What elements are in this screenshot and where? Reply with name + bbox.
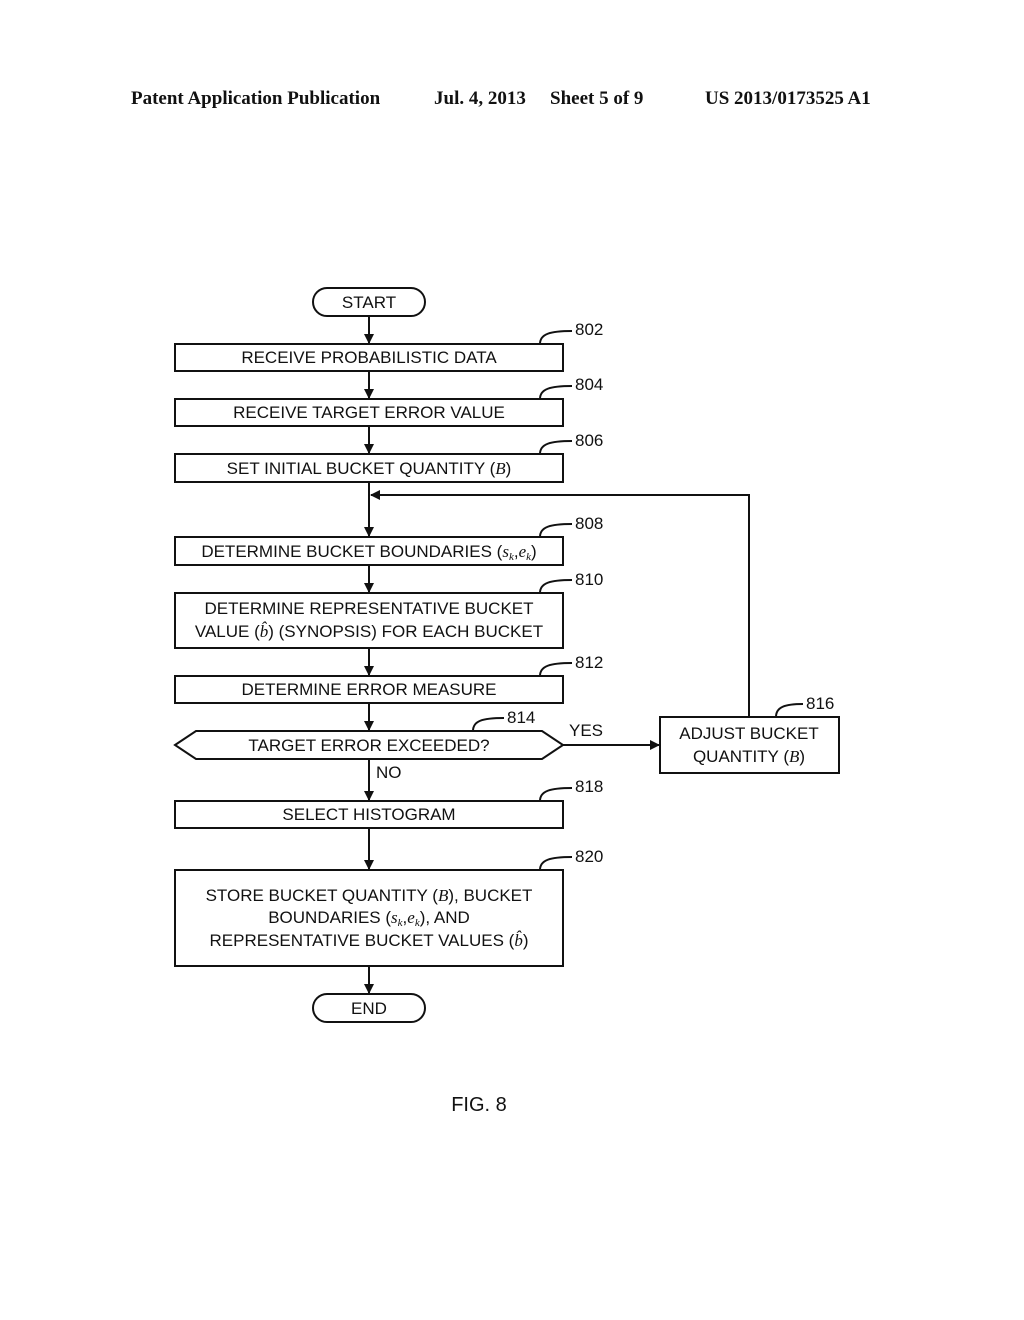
ref-810: 810 (575, 570, 603, 589)
ref-808: 808 (575, 514, 603, 533)
step-818: SELECT HISTOGRAM 818 (174, 777, 603, 829)
step-802: RECEIVE PROBABILISTIC DATA 802 (174, 320, 603, 372)
step-806-label: SET INITIAL BUCKET QUANTITY (B) (227, 459, 512, 478)
step-820-label-line1: STORE BUCKET QUANTITY (B), BUCKET (206, 886, 533, 905)
ref-806: 806 (575, 431, 603, 450)
flowchart-diagram: START RECEIVE PROBABILISTIC DATA 802 REC… (173, 287, 840, 1116)
figure-label: FIG. 8 (451, 1094, 507, 1116)
end-terminal: END (312, 993, 426, 1023)
leader-808 (539, 523, 573, 538)
step-804-label: RECEIVE TARGET ERROR VALUE (233, 403, 505, 422)
yes-label: YES (569, 721, 603, 740)
step-806: SET INITIAL BUCKET QUANTITY (B) 806 (174, 431, 603, 483)
step-816-label-line2: QUANTITY (B) (693, 747, 805, 766)
ref-804: 804 (575, 375, 603, 394)
step-810: DETERMINE REPRESENTATIVE BUCKET VALUE (b… (174, 570, 603, 649)
step-812-label: DETERMINE ERROR MEASURE (241, 680, 496, 699)
start-terminal: START (312, 287, 426, 317)
ref-816: 816 (806, 694, 834, 713)
leader-802 (539, 330, 573, 345)
leader-820 (539, 856, 573, 871)
step-820-label-line3: REPRESENTATIVE BUCKET VALUES (b̂) (210, 931, 529, 950)
ref-802: 802 (575, 320, 603, 339)
ref-818: 818 (575, 777, 603, 796)
ref-812: 812 (575, 653, 603, 672)
step-804: RECEIVE TARGET ERROR VALUE 804 (174, 375, 603, 427)
step-808: DETERMINE BUCKET BOUNDARIES (sk,ek) 808 (174, 514, 603, 566)
leader-812 (539, 662, 573, 677)
step-816-label-line1: ADJUST BUCKET (679, 724, 819, 743)
leader-804 (539, 385, 573, 400)
end-label: END (351, 999, 387, 1018)
step-802-label: RECEIVE PROBABILISTIC DATA (241, 348, 497, 367)
decision-814-label: TARGET ERROR EXCEEDED? (248, 736, 489, 755)
ref-820: 820 (575, 847, 603, 866)
ref-814: 814 (507, 708, 535, 727)
leader-810 (539, 579, 573, 594)
leader-816 (775, 703, 804, 718)
leader-818 (539, 787, 573, 802)
step-808-label: DETERMINE BUCKET BOUNDARIES (sk,ek) (201, 542, 536, 563)
step-820-label-line2: BOUNDARIES (sk,ek), AND (268, 908, 470, 929)
leader-814 (472, 717, 505, 732)
no-label: NO (376, 763, 402, 782)
step-818-label: SELECT HISTOGRAM (282, 805, 455, 824)
step-810-label-line2: VALUE (b̂) (SYNOPSIS) FOR EACH BUCKET (195, 622, 543, 641)
step-810-label-line1: DETERMINE REPRESENTATIVE BUCKET (204, 599, 533, 618)
leader-806 (539, 440, 573, 455)
start-label: START (342, 293, 396, 312)
step-812: DETERMINE ERROR MEASURE 812 (174, 653, 603, 704)
step-820: STORE BUCKET QUANTITY (B), BUCKET BOUNDA… (174, 847, 603, 967)
